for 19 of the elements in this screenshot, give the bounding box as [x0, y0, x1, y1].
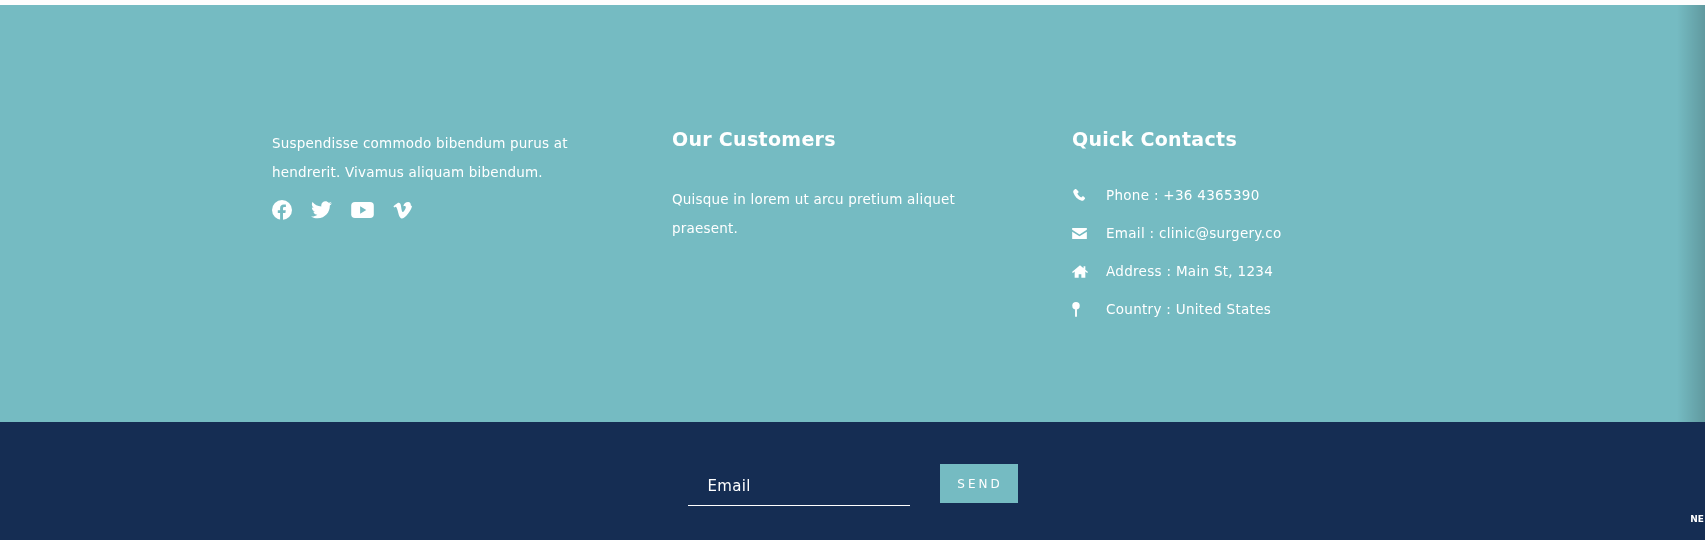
facebook-icon[interactable] — [272, 200, 292, 220]
corner-text: NE — [1690, 514, 1704, 524]
column-heading: Quick Contacts — [1072, 127, 1238, 152]
envelope-icon — [1072, 227, 1087, 239]
description-text: Suspendisse commodo bibendum purus at hendrerit. Vivamus aliquam bibendum. — [272, 134, 569, 182]
map-pin-icon — [1072, 301, 1080, 317]
house-icon — [1072, 264, 1088, 278]
column-heading: Our Customers — [672, 127, 837, 152]
vimeo-icon[interactable] — [393, 201, 412, 219]
email-field[interactable]: Email — [687, 467, 910, 506]
send-button[interactable]: SEND — [939, 464, 1018, 503]
contact-text: Phone : +36 4365390 — [1106, 187, 1260, 203]
description-text: Quisque in lorem ut arcu pretium aliquet praesent. — [672, 190, 956, 238]
contact-text: Email : clinic@surgery.co — [1106, 225, 1282, 241]
video-play-icon[interactable] — [351, 202, 374, 218]
contact-text: Address : Main St, 1234 — [1106, 263, 1274, 279]
twitter-icon[interactable] — [311, 201, 332, 219]
contact-text: Country : United States — [1106, 301, 1272, 317]
phone-icon — [1072, 188, 1086, 202]
